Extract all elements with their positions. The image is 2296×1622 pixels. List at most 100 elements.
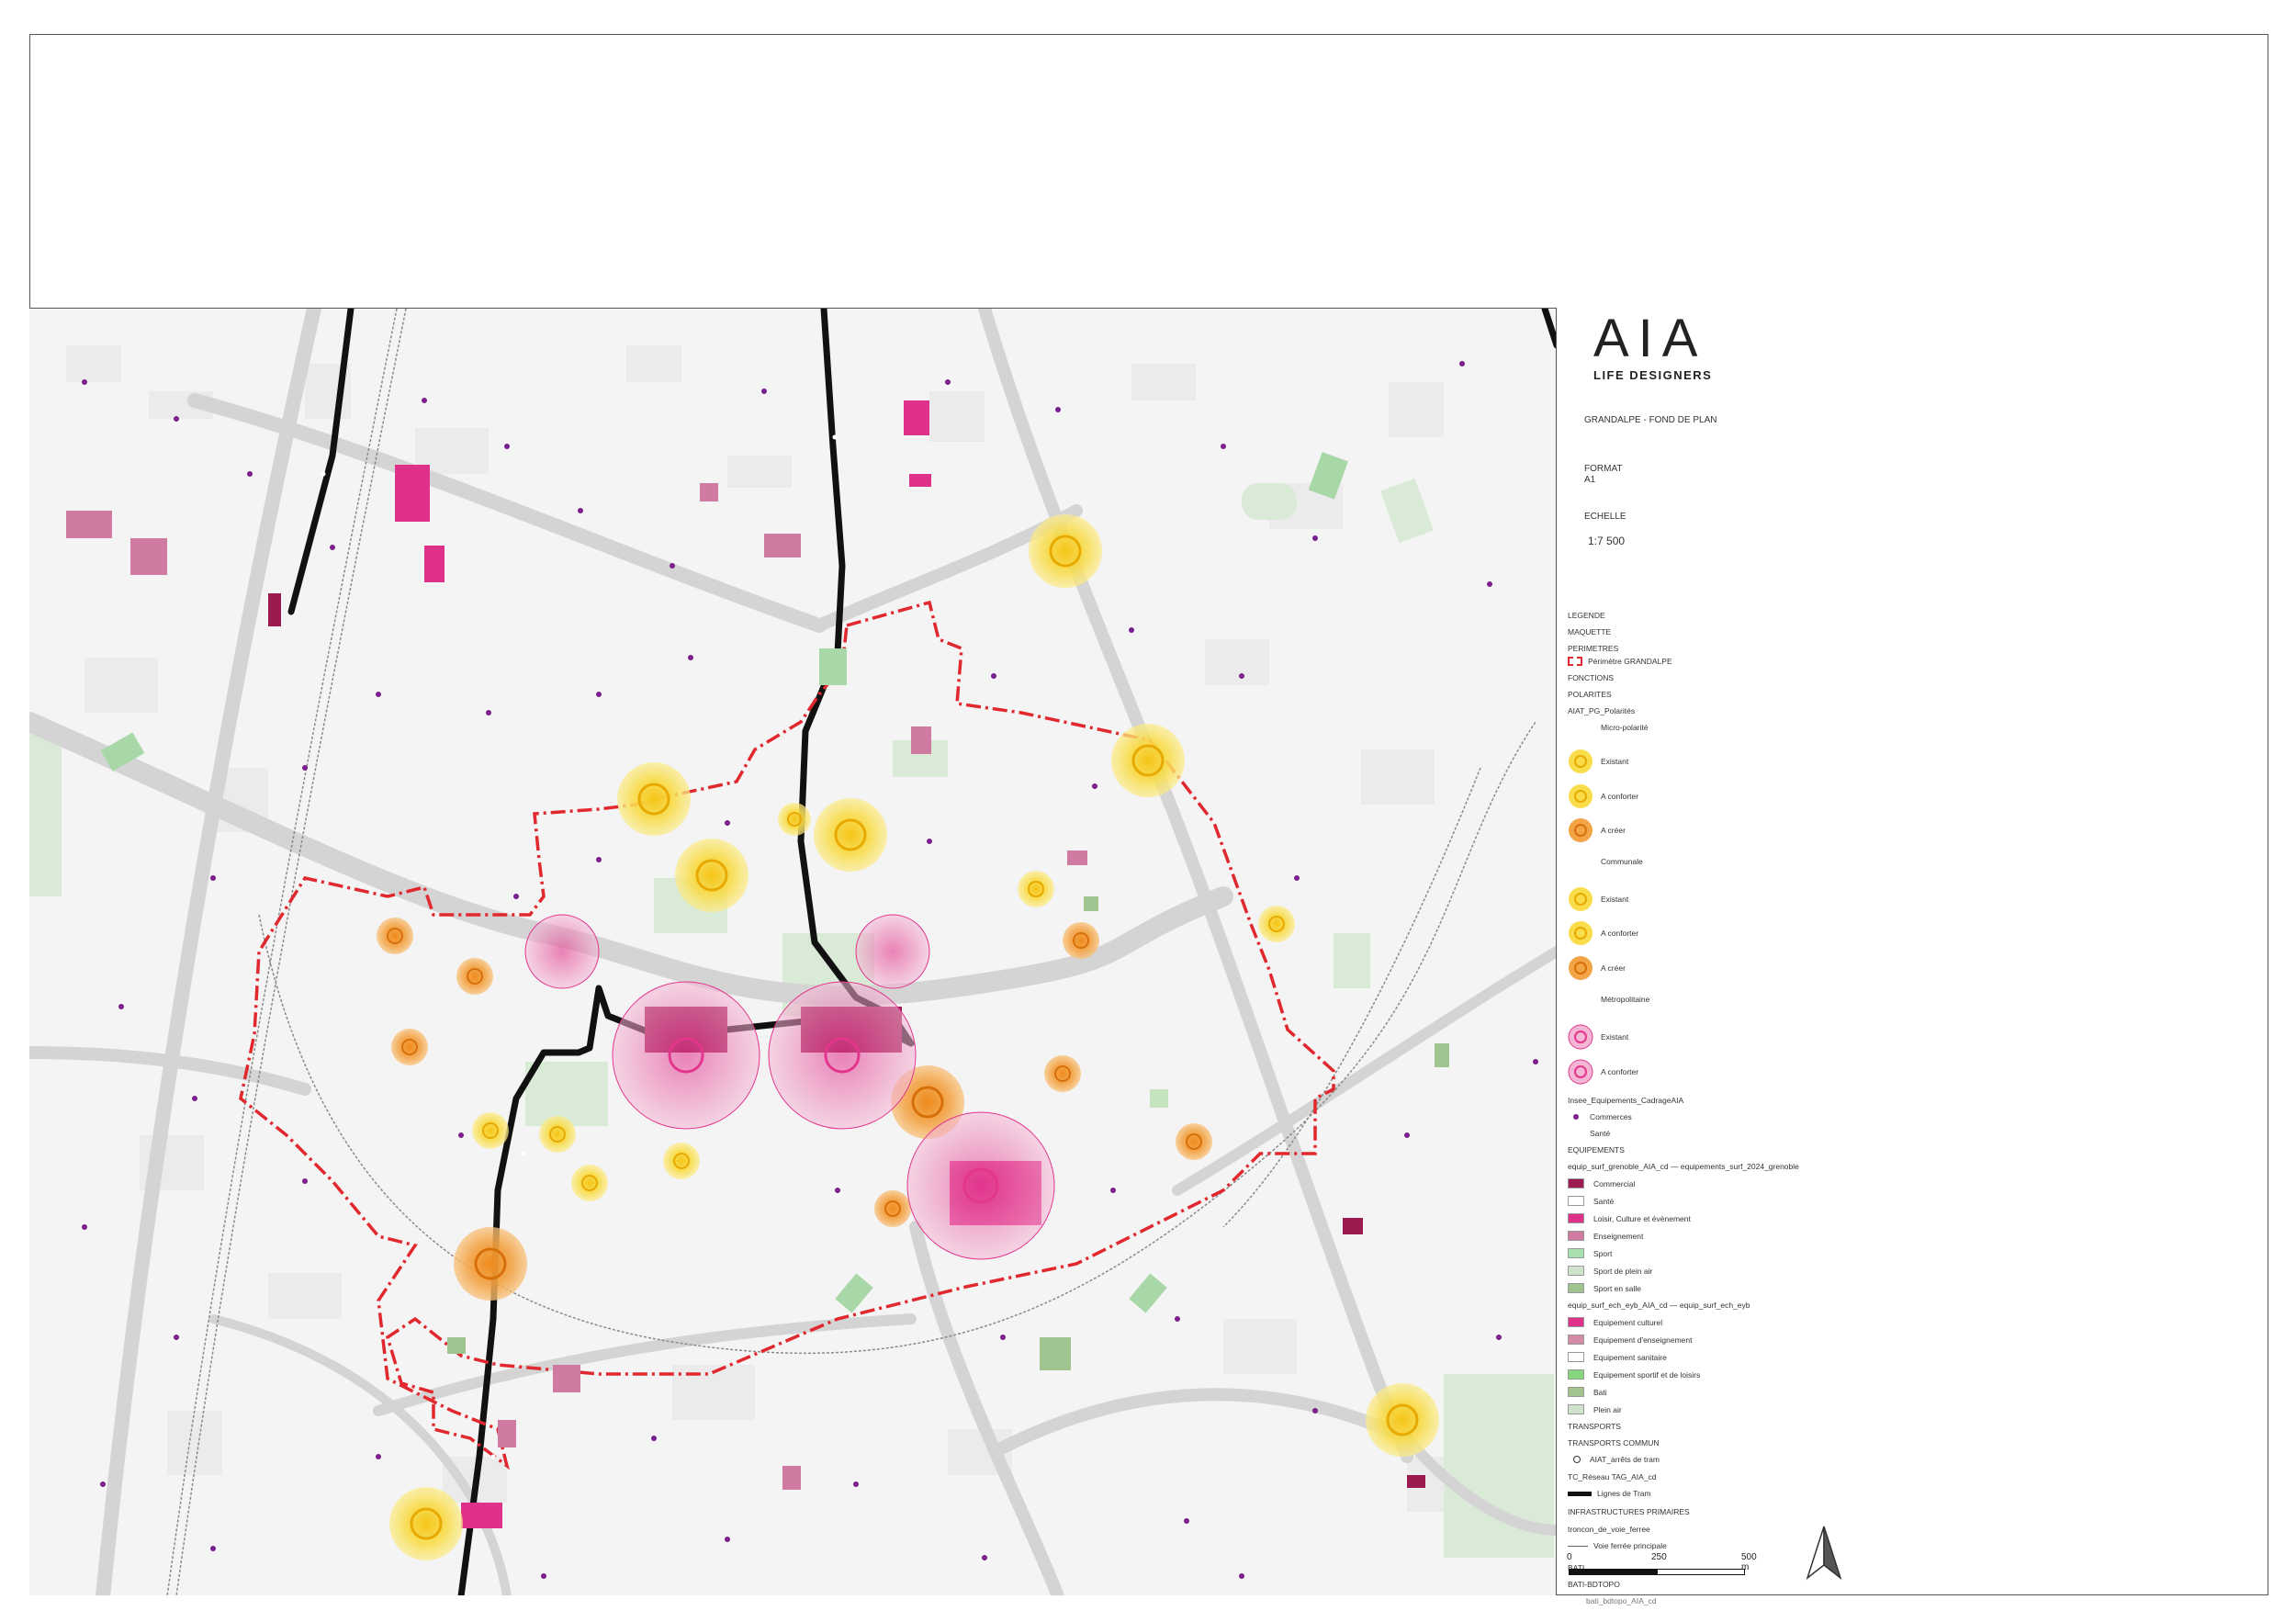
pink-polarity-icon	[1568, 1059, 1593, 1085]
north-arrow-icon	[1804, 1525, 1844, 1586]
legend-eq1-pleinair: Sport de plein air	[1568, 1266, 1652, 1276]
legend-metro-conforter: A conforter	[1568, 1059, 1638, 1085]
swatch	[1568, 1387, 1584, 1397]
sante-dot-icon	[1573, 1131, 1579, 1136]
legend-communale-creer: A créer	[1568, 955, 1626, 981]
eq-label: Plein air	[1593, 1404, 1622, 1414]
eq-label: Sport de plein air	[1593, 1266, 1653, 1276]
swatch	[1568, 1248, 1584, 1258]
legend-commerces: Commerces	[1568, 1112, 1632, 1121]
legend-eq2-sportif: Equipement sportif et de loisirs	[1568, 1369, 1700, 1380]
legend-sante: Santé	[1568, 1129, 1610, 1138]
eq-label: Sport	[1593, 1248, 1613, 1258]
legend-polarites-layer: AIAT_PG_Polarités	[1568, 706, 1636, 715]
logo-word: AIA	[1593, 309, 1707, 368]
tram-line-icon	[1568, 1491, 1592, 1496]
legend-communale: Communale	[1601, 857, 1643, 866]
legend-transports-commun: TRANSPORTS COMMUN	[1568, 1438, 1660, 1447]
scale-end: 500 m	[1741, 1552, 1757, 1572]
legend-eq2-enseignement: Equipement d'enseignement	[1568, 1335, 1692, 1345]
legend-micro-existant: Existant	[1568, 749, 1628, 774]
eq-label: Equipement d'enseignement	[1593, 1335, 1693, 1345]
map-canvas[interactable]	[29, 309, 1557, 1595]
scale-mid: 250	[1651, 1552, 1667, 1562]
legend-perimetres: PERIMETRES	[1568, 644, 1619, 653]
project-title: GRANDALPE - FOND DE PLAN	[1584, 415, 1717, 425]
legend-eq2-pleinair: Plein air	[1568, 1404, 1622, 1414]
legend-eq2-culturel: Equipement culturel	[1568, 1317, 1662, 1327]
metro-existant-label: Existant	[1601, 1032, 1629, 1042]
eq-label: Enseignement	[1593, 1231, 1644, 1241]
communale-creer-label: A créer	[1601, 963, 1626, 973]
legend-eq1-salle: Sport en salle	[1568, 1283, 1641, 1293]
format-label: FORMAT	[1584, 464, 1623, 474]
legend-maquette: MAQUETTE	[1568, 627, 1612, 636]
scale-segment-light	[1657, 1569, 1745, 1575]
legend-troncon: troncon_de_voie_ferree	[1568, 1525, 1650, 1534]
scale-value: 1:7 500	[1588, 535, 1626, 547]
yellow-polarity-icon	[1569, 749, 1593, 773]
side-panel: AIA LIFE DESIGNERS GRANDALPE - FOND DE P…	[1559, 308, 2268, 1605]
legend-metropolitaine: Métropolitaine	[1601, 995, 1650, 1004]
orange-polarity-icon	[1569, 956, 1593, 980]
legend-insee-layer: Insee_Equipements_CadrageAIA	[1568, 1096, 1684, 1105]
perimeter-swatch	[1568, 657, 1582, 666]
legend-bati-layer: bati_bdtopo_AIA_cd	[1586, 1596, 1657, 1605]
map-panel[interactable]	[29, 308, 1557, 1595]
eq-label: Santé	[1593, 1196, 1615, 1206]
micro-conforter-label: A conforter	[1601, 792, 1639, 801]
swatch	[1568, 1178, 1584, 1188]
legend-communale-existant: Existant	[1568, 886, 1628, 912]
legend-metro-existant: Existant	[1568, 1024, 1628, 1050]
legend-eq2-sanitaire: Equipement sanitaire	[1568, 1352, 1667, 1362]
legend-bati-botopo: BATI-BDTOPO	[1568, 1580, 1620, 1589]
eq-label: Sport en salle	[1593, 1283, 1641, 1293]
commerces-label: Commerces	[1590, 1112, 1632, 1121]
lignes-tram-label: Lignes de Tram	[1597, 1489, 1651, 1498]
yellow-polarity-icon	[1569, 784, 1593, 808]
perimeter-label: Périmètre GRANDALPE	[1588, 657, 1672, 666]
communale-existant-label: Existant	[1601, 895, 1629, 904]
legend-voie-ferree: Voie ferrée principale	[1568, 1541, 1667, 1550]
legend-lignes-tram: Lignes de Tram	[1568, 1489, 1651, 1498]
eq-label: Bati	[1593, 1387, 1607, 1397]
swatch	[1568, 1404, 1584, 1414]
legend-eq1-commercial: Commercial	[1568, 1178, 1635, 1188]
swatch	[1568, 1335, 1584, 1345]
commerce-dot-icon	[1573, 1114, 1579, 1120]
legend-eq2-bati: Bati	[1568, 1387, 1607, 1397]
legend-micro: Micro-polarité	[1601, 723, 1649, 732]
legend-arrets: AIAT_arrêts de tram	[1568, 1455, 1660, 1464]
swatch	[1568, 1317, 1584, 1327]
legend-equip-layer1: equip_surf_grenoble_AIA_cd — equipements…	[1568, 1162, 1799, 1171]
logo-subtitle: LIFE DESIGNERS	[1593, 368, 1713, 382]
micro-creer-label: A créer	[1601, 826, 1626, 835]
swatch	[1568, 1196, 1584, 1206]
micro-existant-label: Existant	[1601, 757, 1629, 766]
scale-bar: 0 250 500 m	[1567, 1552, 1757, 1575]
swatch	[1568, 1283, 1584, 1293]
communale-conforter-label: A conforter	[1601, 929, 1639, 938]
arrets-label: AIAT_arrêts de tram	[1590, 1455, 1660, 1464]
scale-segment-dark	[1569, 1569, 1657, 1575]
scale-zero: 0	[1567, 1552, 1572, 1562]
legend-fonctions: FONCTIONS	[1568, 673, 1615, 682]
eq-label: Equipement culturel	[1593, 1317, 1663, 1327]
legend-polarites: POLARITES	[1568, 690, 1612, 699]
legend-title: LEGENDE	[1568, 611, 1605, 620]
yellow-polarity-icon	[1569, 887, 1593, 911]
swatch	[1568, 1369, 1584, 1380]
legend-reseau-layer: TC_Réseau TAG_AIA_cd	[1568, 1472, 1657, 1481]
legend-perimeter-item: Périmètre GRANDALPE	[1568, 657, 1672, 666]
rail-icon	[1568, 1545, 1588, 1547]
pink-polarity-icon	[1568, 1024, 1593, 1050]
tram-stop-icon	[1573, 1456, 1581, 1463]
scale-label: ECHELLE	[1584, 512, 1626, 522]
legend-equipements: EQUIPEMENTS	[1568, 1145, 1625, 1155]
legend-micro-creer: A créer	[1568, 817, 1626, 843]
legend-eq1-sport: Sport	[1568, 1248, 1612, 1258]
legend-communale-conforter: A conforter	[1568, 920, 1638, 946]
metro-conforter-label: A conforter	[1601, 1067, 1639, 1076]
swatch	[1568, 1213, 1584, 1223]
eq-label: Commercial	[1593, 1178, 1636, 1188]
